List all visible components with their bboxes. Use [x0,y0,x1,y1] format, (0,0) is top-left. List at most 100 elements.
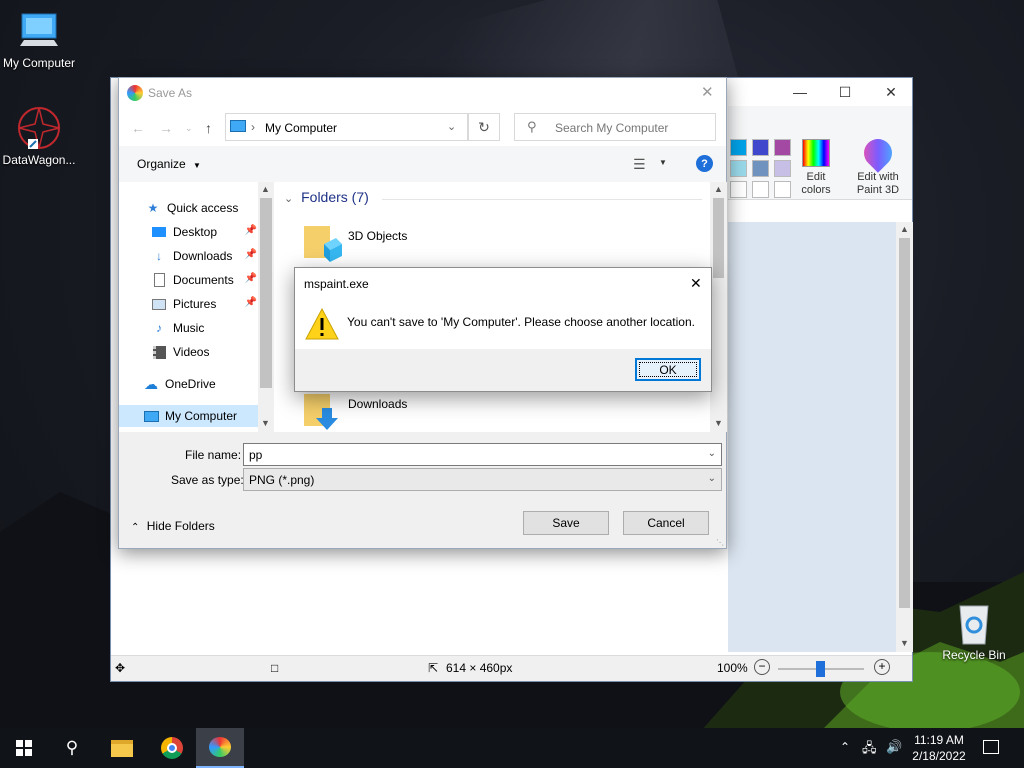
vertical-scrollbar[interactable]: ▲ ▼ [896,222,913,652]
ok-button[interactable]: OK [635,358,701,381]
scroll-up-icon[interactable]: ▲ [714,184,723,194]
chevron-down-icon[interactable]: ⌄ [447,120,456,133]
chevron-down-icon[interactable]: ⌄ [708,448,716,459]
help-icon[interactable]: ? [696,155,713,172]
music-note-icon: ♪ [156,321,162,335]
up-arrow-icon[interactable]: ↑ [205,120,212,136]
ribbon-colors-group: Edit colors Edit with Paint 3D [728,106,912,200]
close-button[interactable]: ✕ [868,78,914,106]
nav-item-pictures[interactable]: Pictures 📌 [151,293,259,315]
caret-down-icon: ▼ [193,161,201,170]
color-swatch[interactable] [752,181,769,198]
desktop-icon-recycle-bin[interactable]: Recycle Bin [932,600,1016,662]
paint3d-label-1: Edit with [857,171,899,183]
close-button[interactable]: ✕ [701,83,714,101]
scroll-down-icon[interactable]: ▼ [261,418,270,428]
folder-item-downloads[interactable]: Downloads [302,388,502,432]
scroll-thumb[interactable] [260,198,272,388]
taskbar-paint[interactable] [196,728,244,768]
color-swatch[interactable] [730,139,747,156]
zoom-in-icon[interactable]: + [874,659,890,675]
folders-group-header[interactable]: ⌄ Folders (7) [284,189,369,205]
cancel-button[interactable]: Cancel [623,511,709,535]
refresh-button[interactable]: ↻ [468,113,500,141]
move-cursor-icon: ✥ [115,661,126,675]
nav-item-my-computer[interactable]: My Computer [119,405,258,427]
maximize-button[interactable]: ☐ [822,78,868,106]
nav-item-desktop[interactable]: Desktop 📌 [151,221,259,243]
color-swatch[interactable] [730,160,747,177]
save-button[interactable]: Save [523,511,609,535]
navigation-scrollbar[interactable]: ▲ ▼ [258,182,274,432]
canvas-workspace[interactable] [728,222,896,652]
recent-dropdown-icon[interactable]: ⌄ [185,123,193,134]
computer-icon [143,408,159,424]
color-swatch[interactable] [730,181,747,198]
taskbar-chrome[interactable] [148,728,196,768]
search-input[interactable]: ⚲ Search My Computer [514,113,716,141]
hide-folders-toggle[interactable]: ⌃ Hide Folders [131,519,215,533]
zoom-slider-thumb[interactable] [816,661,825,677]
nav-item-downloads[interactable]: ↓ Downloads 📌 [151,245,259,267]
zoom-out-icon[interactable]: − [754,659,770,675]
close-button[interactable]: ✕ [690,275,702,292]
folder-label: Downloads [348,397,408,411]
color-swatch[interactable] [752,160,769,177]
nav-item-documents[interactable]: Documents 📌 [151,269,259,291]
view-options-icon[interactable]: ☰ [633,156,646,173]
save-as-type-label: Save as type: [171,473,244,487]
film-icon [151,344,167,360]
nav-label: Videos [173,345,210,359]
content-scrollbar[interactable]: ▲ ▼ [710,182,727,432]
scroll-down-icon[interactable]: ▼ [714,418,723,428]
clock[interactable]: 11:19 AM 2/18/2022 [908,732,970,764]
chevron-down-icon[interactable]: ⌄ [708,473,716,484]
address-bar[interactable]: › My Computer ⌄ [225,113,468,141]
scroll-up-icon[interactable]: ▲ [900,224,909,234]
clock-date: 2/18/2022 [912,749,966,763]
folder-icon [111,739,133,757]
nav-label: Documents [173,273,234,287]
picture-icon [151,296,167,312]
show-hidden-icons-icon[interactable]: ⌃ [840,740,850,754]
scroll-thumb[interactable] [899,238,910,608]
datawagon-logo-icon [16,105,62,151]
taskbar-file-explorer[interactable] [98,728,146,768]
color-swatch[interactable] [774,139,791,156]
paint3d-icon [858,133,898,173]
forward-arrow-icon[interactable]: → [159,120,173,136]
organize-button[interactable]: Organize ▼ [137,157,201,171]
computer-icon [230,120,246,132]
nav-label: Pictures [173,297,217,311]
back-arrow-icon[interactable]: ← [131,120,145,136]
scroll-up-icon[interactable]: ▲ [261,184,270,194]
folders-header-label: Folders (7) [301,189,369,205]
file-name-input[interactable]: pp ⌄ [243,443,722,466]
minimize-button[interactable]: — [777,78,823,106]
nav-label: Desktop [173,225,218,239]
navigation-bar: ← → ⌄ ↑ › My Computer ⌄ ↻ ⚲ Search My Co… [119,108,726,146]
folder-item-3d-objects[interactable]: 3D Objects [302,220,502,264]
save-as-type-select[interactable]: PNG (*.png) ⌄ [243,468,722,491]
desktop-icon-datawagon[interactable]: DataWagon... [0,105,81,167]
edit-colors-label-1: Edit [806,171,826,183]
zoom-slider[interactable] [778,661,864,677]
scroll-down-icon[interactable]: ▼ [900,638,909,648]
group-divider [382,199,702,200]
desktop-icon-my-computer[interactable]: My Computer [0,10,81,70]
start-button[interactable] [0,728,48,768]
edit-colors-button[interactable]: Edit colors [796,139,836,197]
search-button[interactable]: ⚲ [48,728,96,768]
clock-time: 11:19 AM [914,733,964,747]
view-caret-icon[interactable]: ▼ [659,158,667,167]
color-spectrum-icon [802,139,830,167]
color-swatch[interactable] [752,139,769,156]
scroll-thumb[interactable] [713,198,724,278]
edit-with-paint3d-button[interactable]: Edit with Paint 3D [848,133,908,197]
color-swatch[interactable] [774,160,791,177]
color-swatch[interactable] [774,181,791,198]
notification-icon[interactable] [983,740,999,754]
volume-icon[interactable]: 🔊 [886,739,902,755]
resize-grip-icon[interactable]: ⋱ [716,538,724,547]
network-icon[interactable]: 🖧 [862,739,877,761]
